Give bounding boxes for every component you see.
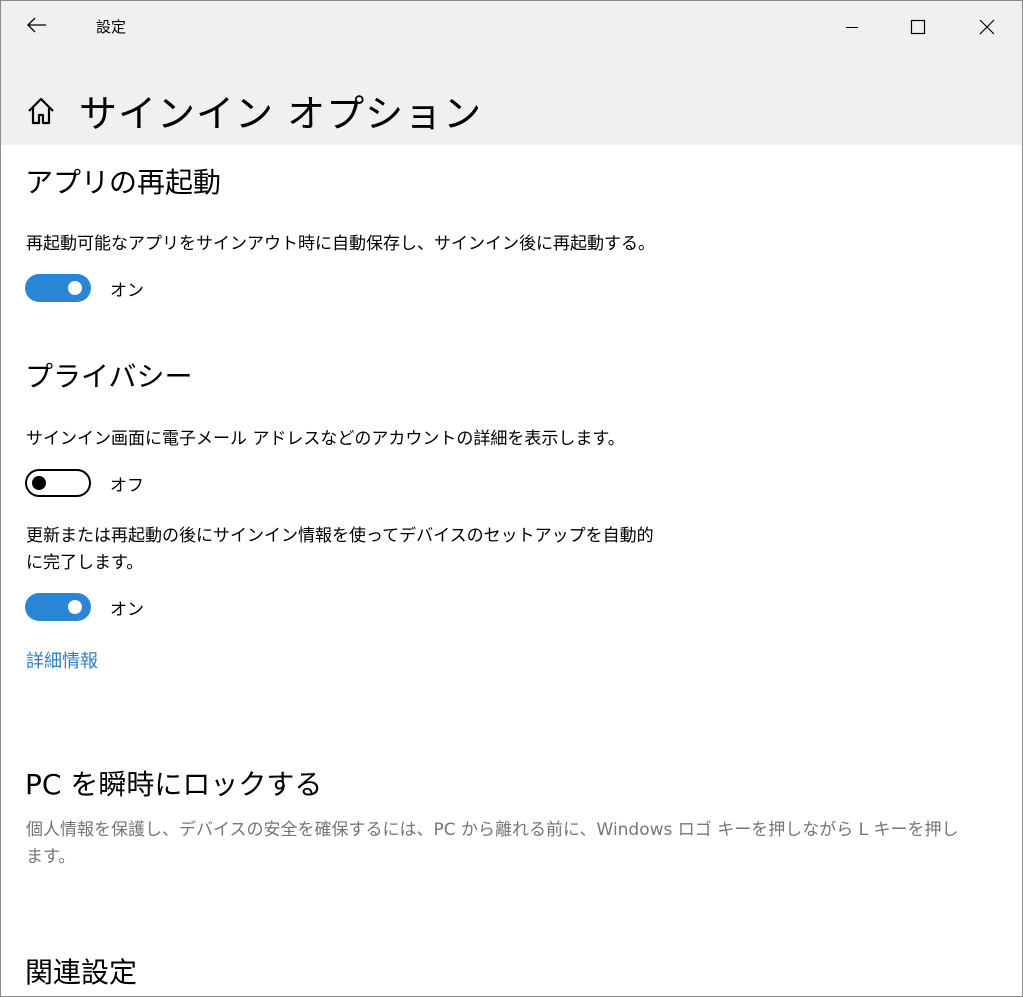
- back-arrow-icon: [27, 17, 46, 33]
- home-icon: [28, 97, 54, 125]
- title-bar: 設定: [1, 1, 1022, 53]
- lock-pc-description-line1: 個人情報を保護し、デバイスの安全を確保するには、PC から離れる前に、Windo…: [26, 820, 959, 840]
- app-restart-toggle-row: オン: [25, 273, 144, 303]
- auto-setup-description-line1: 更新または再起動の後にサインイン情報を使ってデバイスのセットアップを自動的: [26, 526, 654, 546]
- account-details-toggle-row: オフ: [25, 468, 144, 498]
- close-icon: [979, 19, 995, 35]
- app-title: 設定: [96, 18, 127, 36]
- account-details-toggle-label: オフ: [110, 475, 144, 496]
- settings-window: 設定 サインイン オプション アプリの再起動 再起動可能なアプリをサインアウト時…: [0, 0, 1023, 997]
- section-title-lock-pc: PC を瞬時にロックする: [25, 768, 323, 801]
- app-restart-description: 再起動可能なアプリをサインアウト時に自動保存し、サインイン後に再起動する。: [26, 234, 655, 254]
- auto-setup-toggle[interactable]: [25, 593, 91, 621]
- app-restart-toggle-label: オン: [110, 280, 144, 301]
- account-details-description: サインイン画面に電子メール アドレスなどのアカウントの詳細を表示します。: [26, 429, 625, 449]
- page-title: サインイン オプション: [79, 92, 483, 136]
- auto-setup-toggle-label: オン: [110, 599, 144, 620]
- section-title-app-restart: アプリの再起動: [25, 166, 222, 199]
- page-header: サインイン オプション: [1, 53, 1022, 145]
- toggle-knob: [68, 600, 82, 614]
- more-info-link[interactable]: 詳細情報: [26, 647, 98, 673]
- maximize-icon: [910, 19, 926, 35]
- back-button[interactable]: [13, 5, 61, 45]
- settings-content: アプリの再起動 再起動可能なアプリをサインアウト時に自動保存し、サインイン後に再…: [1, 145, 1022, 996]
- minimize-icon: [846, 27, 858, 28]
- minimize-button[interactable]: [817, 1, 887, 53]
- auto-setup-description-line2: に完了します。: [26, 553, 144, 573]
- account-details-toggle[interactable]: [25, 469, 91, 497]
- section-title-related-settings: 関連設定: [25, 956, 138, 989]
- app-restart-toggle[interactable]: [25, 274, 91, 302]
- lock-pc-description-line2: ます。: [26, 847, 76, 867]
- auto-setup-toggle-row: オン: [25, 592, 144, 622]
- home-button[interactable]: [25, 95, 57, 127]
- maximize-button[interactable]: [883, 1, 953, 53]
- toggle-knob: [68, 281, 82, 295]
- section-title-privacy: プライバシー: [25, 360, 193, 393]
- toggle-knob: [32, 475, 46, 490]
- close-button[interactable]: [952, 1, 1022, 53]
